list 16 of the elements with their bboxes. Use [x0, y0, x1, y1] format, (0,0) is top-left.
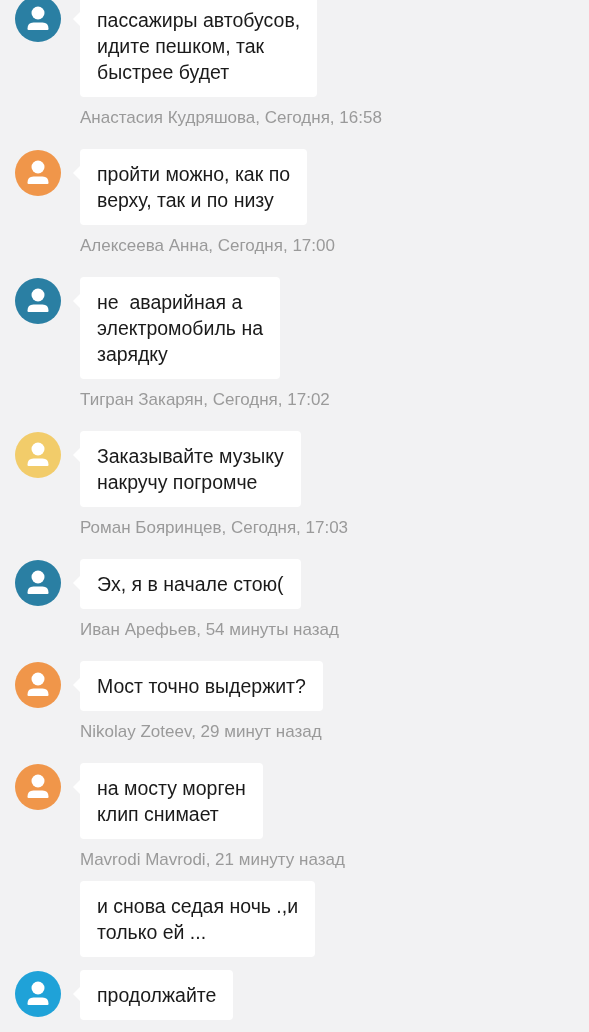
message-meta: Mavrodi Mavrodi, 21 минуту назад: [80, 850, 346, 870]
message-bubble: не аварийная а электромобиль на зарядку: [80, 277, 280, 379]
message-meta: Тигран Закарян, Сегодня, 17:02: [80, 390, 331, 410]
message-bubble: Мост точно выдержит?: [80, 661, 323, 711]
message-meta: Анастасия Кудряшова, Сегодня, 16:58: [80, 108, 383, 128]
message-bubble: Заказывайте музыку накручу погромче: [80, 431, 301, 507]
message-bubble: на мосту морген клип снимает: [80, 763, 263, 839]
message-meta: Nikolay Zoteev, 29 минут назад: [80, 722, 323, 742]
message-bubble: Эх, я в начале стою(: [80, 559, 301, 609]
message-bubble: продолжайте: [80, 970, 234, 1020]
message-bubble: пройти можно, как по верху, так и по низу: [80, 149, 308, 225]
message-bubble: и снова седая ночь .,и только ей ...: [80, 881, 316, 957]
message-meta: Иван Арефьев, 54 минуты назад: [80, 620, 340, 640]
message-meta: Роман Бояринцев, Сегодня, 17:03: [80, 518, 350, 538]
message-meta: Алексеева Анна, Сегодня, 17:00: [80, 236, 336, 256]
message-bubble: пассажиры автобусов, идите пешком, так быстрее будет: [80, 0, 318, 97]
